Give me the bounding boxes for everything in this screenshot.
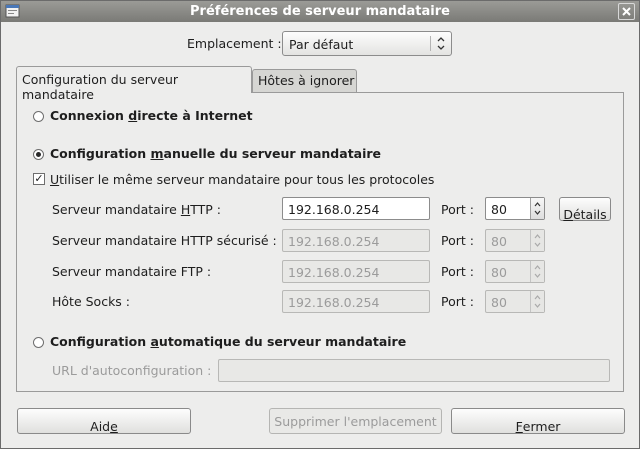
spin-buttons[interactable]: [530, 261, 544, 282]
autoconfig-url-label: URL d'autoconfiguration :: [52, 363, 212, 378]
socks-port-label: Port :: [441, 294, 474, 309]
manual-config-label[interactable]: Configuration manuelle du serveur mandat…: [50, 146, 381, 161]
same-proxy-checkbox[interactable]: ✓: [33, 173, 45, 185]
manual-config-radio[interactable]: [33, 149, 44, 160]
delete-location-button[interactable]: Supprimer l'emplacement: [269, 408, 442, 434]
http-proxy-label: Serveur mandataire HTTP :: [52, 202, 221, 217]
ftp-proxy-label: Serveur mandataire FTP :: [52, 264, 212, 279]
spin-buttons[interactable]: [530, 291, 544, 312]
same-proxy-label[interactable]: Utiliser le même serveur mandataire pour…: [50, 172, 434, 187]
http-port-label: Port :: [441, 202, 474, 217]
auto-config-radio[interactable]: [33, 337, 44, 348]
location-combo[interactable]: Par défaut: [282, 31, 452, 56]
auto-config-label[interactable]: Configuration automatique du serveur man…: [50, 334, 406, 349]
ftp-port-spinner[interactable]: 80: [485, 260, 545, 283]
https-proxy-label: Serveur mandataire HTTP sécurisé :: [52, 233, 277, 248]
spin-buttons[interactable]: [530, 198, 544, 219]
close-icon: [622, 7, 631, 16]
tab-label: Hôtes à ignorer: [258, 73, 355, 88]
combo-separator: [430, 36, 431, 51]
http-port-spinner[interactable]: 80: [485, 197, 545, 220]
details-button[interactable]: Détails: [559, 197, 611, 222]
http-host-input[interactable]: 192.168.0.254: [282, 197, 430, 220]
https-port-label: Port :: [441, 233, 474, 248]
ftp-port-label: Port :: [441, 264, 474, 279]
direct-connection-radio[interactable]: [33, 111, 44, 122]
tab-ignored-hosts[interactable]: Hôtes à ignorer: [252, 69, 357, 93]
proxy-preferences-window: Préférences de serveur mandataire Emplac…: [0, 0, 640, 449]
close-button[interactable]: Fermer: [451, 408, 625, 434]
socks-port-spinner[interactable]: 80: [485, 290, 545, 313]
https-port-spinner[interactable]: 80: [485, 229, 545, 252]
socks-host-input[interactable]: 192.168.0.254: [282, 290, 430, 313]
spin-arrows-icon: [534, 234, 541, 247]
spin-arrows-icon: [534, 202, 541, 215]
help-button[interactable]: Aide: [17, 408, 191, 434]
window-close-button[interactable]: [618, 3, 635, 20]
location-value: Par défaut: [289, 37, 354, 52]
https-host-input[interactable]: 192.168.0.254: [282, 229, 430, 252]
ftp-host-input[interactable]: 192.168.0.254: [282, 260, 430, 283]
spin-arrows-icon: [534, 265, 541, 278]
autoconfig-url-input[interactable]: [218, 359, 610, 382]
title-bar[interactable]: Préférences de serveur mandataire: [1, 1, 639, 22]
updown-arrows-icon: [437, 37, 445, 50]
location-label: Emplacement :: [187, 36, 282, 51]
tab-proxy-configuration[interactable]: Configuration du serveur mandataire: [16, 66, 252, 102]
socks-host-label: Hôte Socks :: [52, 294, 131, 309]
direct-connection-label[interactable]: Connexion directe à Internet: [50, 108, 253, 123]
window-title: Préférences de serveur mandataire: [190, 4, 450, 19]
spin-buttons[interactable]: [530, 230, 544, 251]
tab-label: Configuration du serveur mandataire: [22, 72, 179, 102]
spin-arrows-icon: [534, 295, 541, 308]
